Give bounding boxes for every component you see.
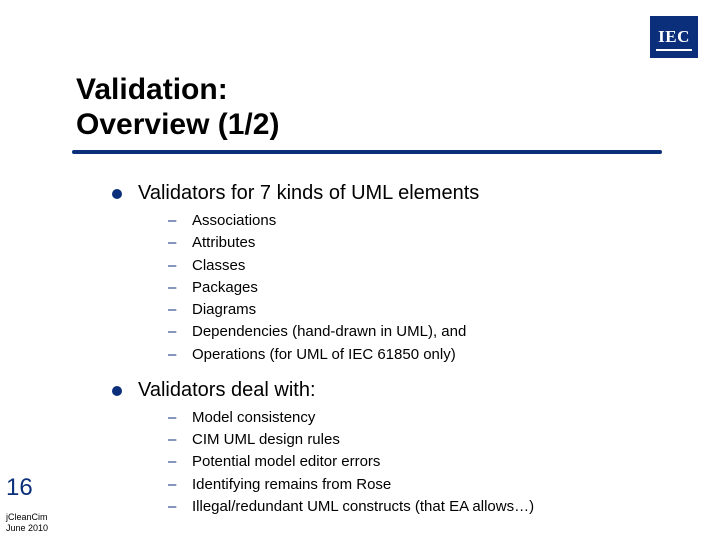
list-item-text: Potential model editor errors xyxy=(192,452,380,472)
iec-logo: IEC xyxy=(650,16,698,58)
dash-icon: – xyxy=(168,345,178,365)
list-item: –Packages xyxy=(168,278,680,298)
dash-icon: – xyxy=(168,452,178,472)
bullet-1: Validators for 7 kinds of UML elements xyxy=(112,182,680,205)
slide: IEC Validation: Overview (1/2) Validator… xyxy=(0,0,720,540)
list-item-text: CIM UML design rules xyxy=(192,430,340,450)
list-item: –Dependencies (hand-drawn in UML), and xyxy=(168,322,680,342)
list-item-text: Classes xyxy=(192,256,245,276)
dash-icon: – xyxy=(168,497,178,517)
bullet-2: Validators deal with: xyxy=(112,379,680,402)
title-block: Validation: Overview (1/2) xyxy=(76,72,279,143)
dash-icon: – xyxy=(168,233,178,253)
list-item: –Classes xyxy=(168,256,680,276)
list-item: –Identifying remains from Rose xyxy=(168,475,680,495)
list-item: –CIM UML design rules xyxy=(168,430,680,450)
content-area: Validators for 7 kinds of UML elements –… xyxy=(112,182,680,531)
list-item: –Potential model editor errors xyxy=(168,452,680,472)
footer-line-2: June 2010 xyxy=(6,523,48,534)
sublist-1: –Associations –Attributes –Classes –Pack… xyxy=(168,211,680,365)
list-item-text: Model consistency xyxy=(192,408,315,428)
list-item-text: Dependencies (hand-drawn in UML), and xyxy=(192,322,466,342)
footer: jCleanCim June 2010 xyxy=(6,512,48,534)
dash-icon: – xyxy=(168,430,178,450)
page-number: 16 xyxy=(6,474,33,502)
sublist-2: –Model consistency –CIM UML design rules… xyxy=(168,408,680,517)
dash-icon: – xyxy=(168,278,178,298)
list-item-text: Diagrams xyxy=(192,300,256,320)
title-line-2: Overview (1/2) xyxy=(76,107,279,142)
dash-icon: – xyxy=(168,300,178,320)
bullet-dot-icon xyxy=(112,189,122,199)
dash-icon: – xyxy=(168,211,178,231)
list-item: –Operations (for UML of IEC 61850 only) xyxy=(168,345,680,365)
list-item-text: Identifying remains from Rose xyxy=(192,475,391,495)
list-item: –Diagrams xyxy=(168,300,680,320)
title-line-1: Validation: xyxy=(76,72,279,107)
list-item-text: Packages xyxy=(192,278,258,298)
list-item: –Model consistency xyxy=(168,408,680,428)
list-item: –Attributes xyxy=(168,233,680,253)
bullet-2-text: Validators deal with: xyxy=(138,379,316,402)
dash-icon: – xyxy=(168,322,178,342)
iec-logo-underline xyxy=(656,49,692,51)
list-item: –Illegal/redundant UML constructs (that … xyxy=(168,497,680,517)
bullet-1-text: Validators for 7 kinds of UML elements xyxy=(138,182,479,205)
list-item-text: Operations (for UML of IEC 61850 only) xyxy=(192,345,456,365)
footer-line-1: jCleanCim xyxy=(6,512,48,523)
dash-icon: – xyxy=(168,256,178,276)
title-underline xyxy=(72,150,662,154)
list-item-text: Illegal/redundant UML constructs (that E… xyxy=(192,497,534,517)
iec-logo-text: IEC xyxy=(658,27,690,47)
list-item-text: Attributes xyxy=(192,233,255,253)
dash-icon: – xyxy=(168,475,178,495)
bullet-dot-icon xyxy=(112,386,122,396)
list-item: –Associations xyxy=(168,211,680,231)
dash-icon: – xyxy=(168,408,178,428)
list-item-text: Associations xyxy=(192,211,276,231)
